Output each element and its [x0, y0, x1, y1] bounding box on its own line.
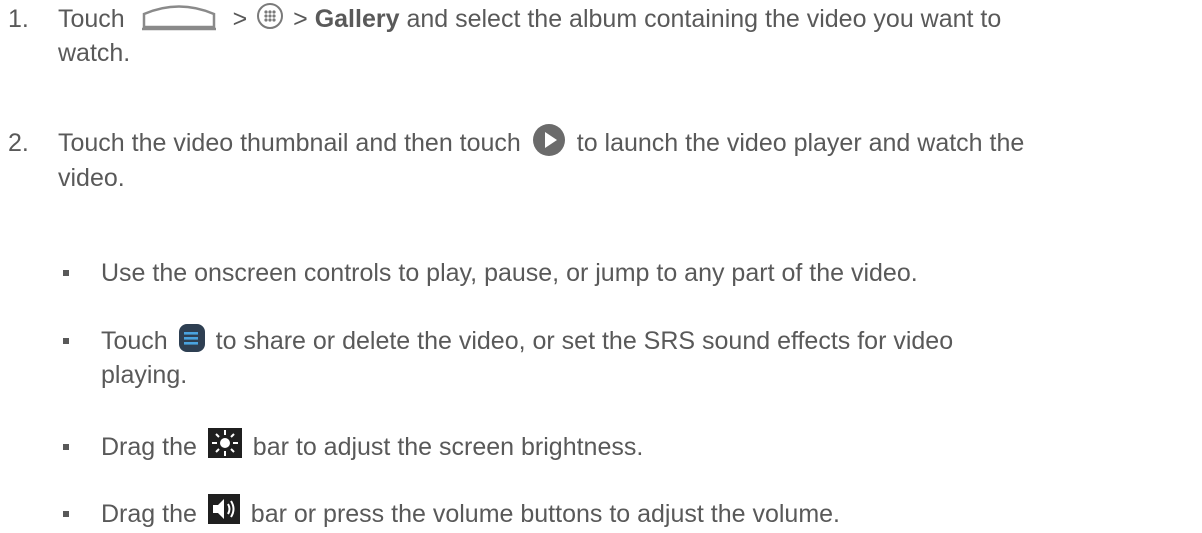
step-text-part: to launch the video player and watch the [576, 129, 1025, 157]
brightness-icon [207, 428, 242, 459]
apps-icon [256, 2, 284, 30]
volume-icon [207, 494, 240, 525]
bullet-marker [63, 270, 69, 276]
step-2: 2. Touch the video thumbnail and then to… [0, 123, 1202, 206]
play-icon [532, 123, 566, 157]
step-text-part: Touch the video thumbnail and then touch [58, 129, 521, 157]
bullet-text: Use the onscreen controls to play, pause… [101, 259, 918, 287]
bullet-item: Drag the bar to adjust the screen bright… [0, 428, 1202, 470]
bullet-text: Drag the bar or press the volume buttons… [101, 494, 1196, 531]
step-text: Touch > > Gallery and select the album c… [58, 2, 1198, 70]
separator: > [293, 5, 308, 33]
bullet-item: Touch to share or delete the video, or s… [0, 324, 1202, 404]
bullet-text-part: to share or delete the video, or set the… [215, 327, 954, 355]
bullet-text-part: Drag the [101, 500, 197, 528]
step-text: Touch the video thumbnail and then touch… [58, 123, 1198, 195]
bullet-item: Use the onscreen controls to play, pause… [0, 256, 1202, 296]
step-text-part: Touch [58, 5, 125, 33]
step-text-part: watch. [58, 39, 131, 67]
bullet-text-part: Touch [101, 327, 168, 355]
step-1: 1. Touch > > Gallery and select the albu… [0, 2, 1202, 82]
step-number: 1. [8, 5, 29, 33]
bullet-marker [63, 338, 69, 344]
separator: > [232, 5, 248, 33]
bullet-text: Drag the bar to adjust the screen bright… [101, 428, 1196, 464]
bullet-text-part: Drag the [101, 433, 197, 461]
gallery-label: Gallery [314, 5, 400, 33]
menu-icon [178, 324, 205, 353]
bullet-text-part: bar to adjust the screen brightness. [252, 433, 644, 461]
bullet-marker [63, 444, 69, 450]
bullet-text: Touch to share or delete the video, or s… [101, 324, 1196, 392]
bullet-item: Drag the bar or press the volume buttons… [0, 494, 1202, 533]
bullet-text-part: bar or press the volume buttons to adjus… [250, 500, 841, 528]
step-text-part: video. [58, 164, 125, 193]
bullet-marker [63, 511, 69, 517]
bullet-text-part: playing. [101, 361, 188, 389]
step-text-part: and select the album containing the vide… [406, 5, 1002, 33]
home-icon [138, 1, 220, 31]
step-number: 2. [8, 129, 29, 157]
